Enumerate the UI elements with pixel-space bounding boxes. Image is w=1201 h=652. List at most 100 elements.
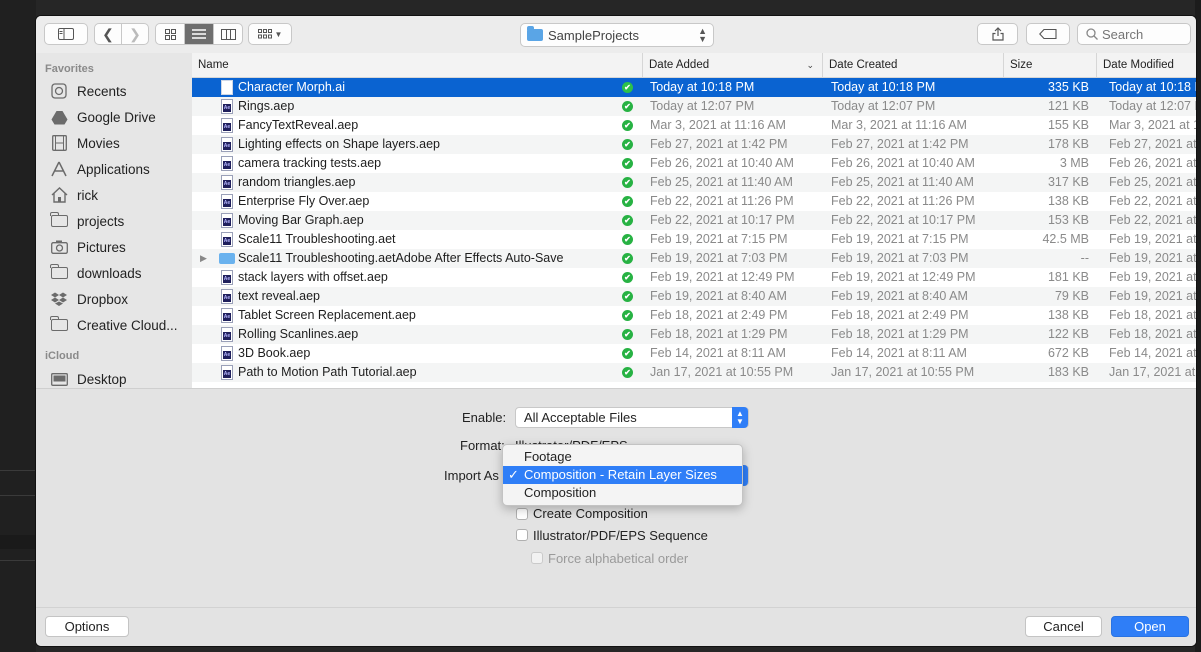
background-panel: [0, 0, 36, 652]
table-row[interactable]: Rings.aep ✔ Today at 12:07 PM Today at 12:0…: [192, 97, 1196, 116]
sidebar-toggle-button[interactable]: [44, 23, 88, 45]
menu-item-composition[interactable]: Composition: [503, 484, 742, 502]
date-created: Today at 12:07 PM: [831, 99, 936, 113]
table-row[interactable]: Enterprise Fly Over.aep ✔ Feb 22, 2021 at …: [192, 192, 1196, 211]
table-row[interactable]: stack layers with offset.aep ✔ Feb 19, 202…: [192, 268, 1196, 287]
date-added: Feb 26, 2021 at 10:40 AM: [650, 156, 794, 170]
sidebar-item-label: downloads: [77, 265, 142, 281]
file-name: Path to Motion Path Tutorial.aep: [238, 365, 417, 379]
gallery-grid-icon: [257, 29, 272, 39]
column-header-date-modified[interactable]: Date Modified: [1096, 53, 1196, 77]
forward-button[interactable]: ❯: [122, 24, 148, 44]
file-size: 79 KB: [1054, 289, 1089, 303]
table-row[interactable]: Lighting effects on Shape layers.aep ✔ Feb…: [192, 135, 1196, 154]
sidebar-item-label: projects: [77, 213, 125, 229]
file-name: Scale11 Troubleshooting.aet: [238, 232, 396, 246]
sidebar-item-google-drive[interactable]: Google Drive: [50, 105, 192, 129]
column-header-date-added[interactable]: Date Added ⌄: [642, 53, 822, 77]
film-icon: [50, 135, 68, 151]
table-row[interactable]: ▶ Scale11 Troubleshooting.aetAdobe After …: [192, 249, 1196, 268]
menu-item-composition-retain-layer-sizes[interactable]: ✓ Composition - Retain Layer Sizes: [503, 466, 742, 484]
sequence-checkbox[interactable]: [516, 529, 528, 541]
force-alphabetical-label: Force alphabetical order: [548, 551, 689, 566]
list-view-button[interactable]: [185, 24, 214, 44]
after-effects-file-icon: [221, 156, 233, 171]
google-drive-icon: [50, 109, 68, 125]
table-row[interactable]: Tablet Screen Replacement.aep ✔ Feb 18, 20…: [192, 306, 1196, 325]
sync-status-check-icon: ✔: [622, 348, 633, 359]
options-button[interactable]: Options: [45, 616, 129, 637]
table-row[interactable]: camera tracking tests.aep ✔ Feb 26, 2021 a…: [192, 154, 1196, 173]
date-modified: Feb 18, 2021 at 2:49 PM: [1109, 308, 1196, 322]
date-added: Feb 19, 2021 at 7:15 PM: [650, 232, 788, 246]
search-field[interactable]: [1077, 23, 1191, 45]
sidebar-item-pictures[interactable]: Pictures: [50, 235, 192, 259]
sidebar-item-creative-cloud[interactable]: Creative Cloud...: [50, 313, 192, 337]
column-view-button[interactable]: [214, 24, 242, 44]
sync-status-check-icon: ✔: [622, 82, 633, 93]
enable-select[interactable]: All Acceptable Files ▲ ▼: [515, 407, 749, 428]
column-header-date-created[interactable]: Date Created: [822, 53, 1003, 77]
date-added: Feb 19, 2021 at 8:40 AM: [650, 289, 787, 303]
folder-icon: [50, 264, 68, 281]
search-input[interactable]: [1102, 26, 1182, 42]
sidebar-item-downloads[interactable]: downloads: [50, 261, 192, 285]
sidebar-section-icloud: iCloud: [45, 350, 80, 362]
sidebar-item-applications[interactable]: Applications: [50, 157, 192, 181]
after-effects-file-icon: [221, 289, 233, 304]
date-modified: Feb 19, 2021 at 8:40 AM: [1109, 289, 1196, 303]
file-size: 122 KB: [1047, 327, 1089, 341]
column-header-size[interactable]: Size: [1003, 53, 1096, 77]
table-row[interactable]: 3D Book.aep ✔ Feb 14, 2021 at 8:11 AM Feb 1…: [192, 344, 1196, 363]
date-created: Feb 25, 2021 at 11:40 AM: [831, 175, 974, 189]
sidebar-item-dropbox[interactable]: Dropbox: [50, 287, 192, 311]
date-modified: Today at 10:18 PM: [1109, 80, 1196, 94]
share-button[interactable]: [977, 23, 1018, 45]
menu-item-footage[interactable]: Footage: [503, 448, 742, 466]
folder-icon: [50, 316, 68, 333]
group-by-button[interactable]: ▼: [248, 23, 292, 45]
date-created: Mar 3, 2021 at 11:16 AM: [831, 118, 967, 132]
disclosure-triangle-icon[interactable]: ▶: [200, 249, 207, 268]
date-created: Today at 10:18 PM: [831, 80, 936, 94]
tags-button[interactable]: [1026, 23, 1070, 45]
sidebar-item-recents[interactable]: Recents: [50, 79, 192, 103]
cancel-button[interactable]: Cancel: [1025, 616, 1102, 637]
force-alphabetical-checkbox[interactable]: [531, 552, 543, 564]
sidebar-item-label: Google Drive: [77, 109, 156, 125]
file-name: text reveal.aep: [238, 289, 320, 303]
open-button[interactable]: Open: [1111, 616, 1189, 637]
sidebar-item-label: Pictures: [77, 239, 126, 255]
file-name: Character Morph.ai: [238, 80, 345, 94]
date-added: Feb 19, 2021 at 12:49 PM: [650, 270, 795, 284]
table-row[interactable]: Character Morph.ai ✔ Today at 10:18 PM Toda…: [192, 78, 1196, 97]
column-header-name[interactable]: Name: [192, 53, 642, 77]
date-modified: Today at 12:07 PM: [1109, 99, 1196, 113]
sidebar-section-favorites: Favorites: [45, 63, 94, 75]
location-popup[interactable]: SampleProjects ▲ ▼: [520, 23, 714, 47]
after-effects-file-icon: [221, 99, 233, 114]
sidebar-item-movies[interactable]: Movies: [50, 131, 192, 155]
history-nav: ❮ ❯: [94, 23, 149, 45]
back-button[interactable]: ❮: [95, 24, 122, 44]
table-row[interactable]: FancyTextReveal.aep ✔ Mar 3, 2021 at 11:16…: [192, 116, 1196, 135]
table-row[interactable]: random triangles.aep ✔ Feb 25, 2021 at 11:…: [192, 173, 1196, 192]
table-row[interactable]: text reveal.aep ✔ Feb 19, 2021 at 8:40 AM F…: [192, 287, 1196, 306]
file-name: Moving Bar Graph.aep: [238, 213, 364, 227]
recents-icon: [50, 83, 68, 99]
sidebar-item-rick[interactable]: rick: [50, 183, 192, 207]
icon-view-button[interactable]: [156, 24, 185, 44]
file-size: 335 KB: [1047, 80, 1089, 94]
create-composition-checkbox[interactable]: [516, 508, 528, 520]
table-row[interactable]: Scale11 Troubleshooting.aet ✔ Feb 19, 2021…: [192, 230, 1196, 249]
table-row[interactable]: Moving Bar Graph.aep ✔ Feb 22, 2021 at 10:…: [192, 211, 1196, 230]
dropbox-icon: [50, 291, 68, 307]
table-row[interactable]: Rolling Scanlines.aep ✔ Feb 18, 2021 at 1:…: [192, 325, 1196, 344]
file-name: Rings.aep: [238, 99, 295, 113]
after-effects-file-icon: [221, 118, 233, 133]
table-row[interactable]: Path to Motion Path Tutorial.aep ✔ Jan 17,…: [192, 363, 1196, 382]
sidebar-item-projects[interactable]: projects: [50, 209, 192, 233]
folder-icon: [527, 26, 543, 41]
sidebar-item-desktop[interactable]: Desktop: [50, 367, 192, 388]
illustrator-file-icon: [221, 80, 233, 95]
